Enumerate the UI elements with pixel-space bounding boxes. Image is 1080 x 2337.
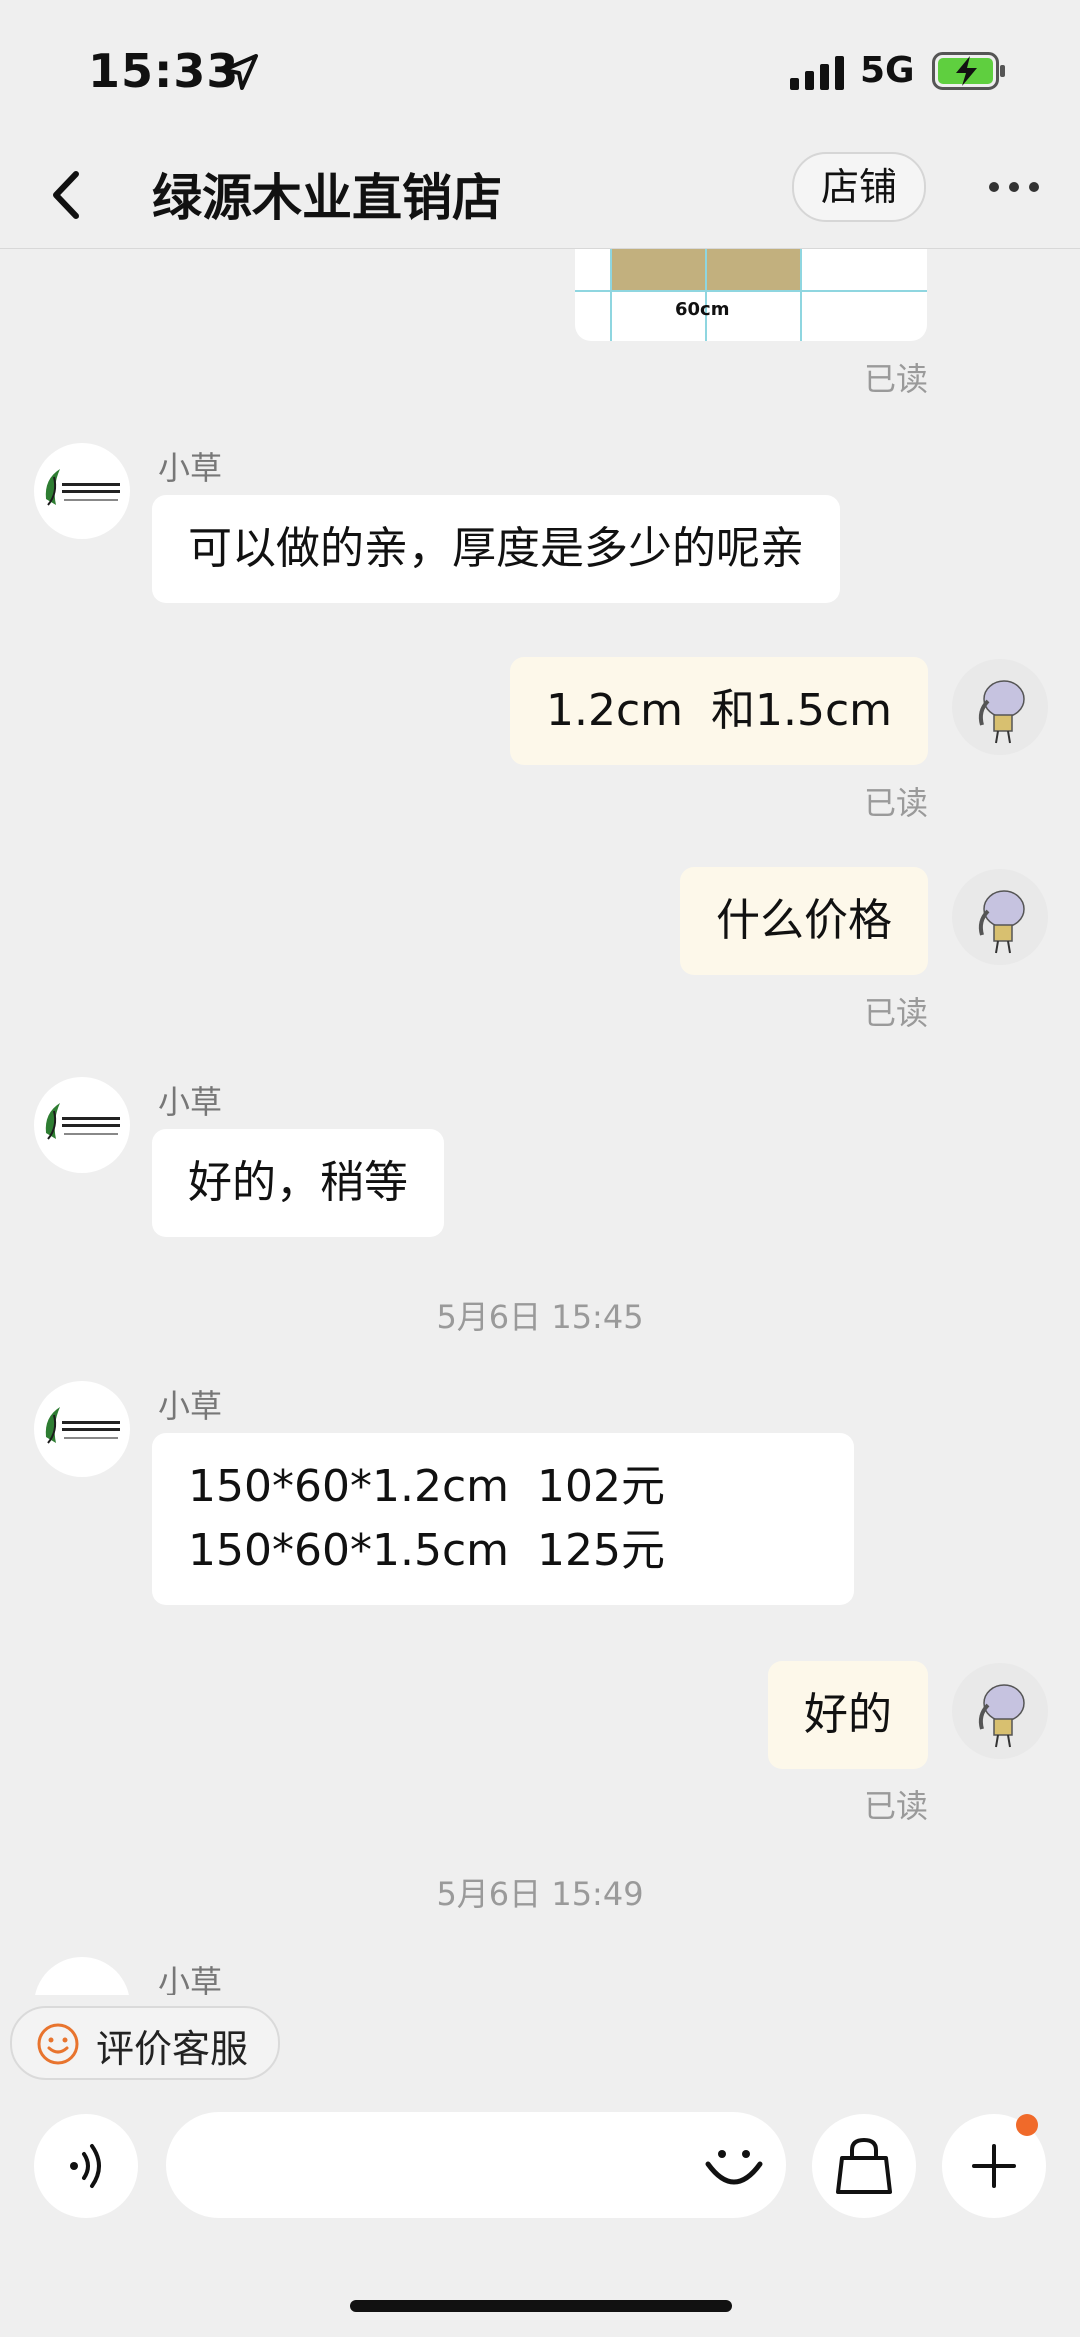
incoming-message-bubble[interactable]: 好的，稍等 bbox=[152, 1129, 444, 1237]
shop-logo-icon bbox=[45, 1407, 120, 1444]
sender-name: 小草 bbox=[158, 1387, 223, 1425]
elephant-avatar-icon bbox=[978, 680, 1025, 744]
smiley-icon bbox=[37, 2023, 79, 2065]
message-input[interactable] bbox=[166, 2112, 786, 2218]
shop-avatar[interactable] bbox=[34, 1077, 130, 1173]
more-options-icon[interactable] bbox=[984, 162, 1044, 212]
shopping-bag-button[interactable] bbox=[812, 2114, 916, 2218]
outgoing-message-bubble[interactable]: 1.2cm 和1.5cm bbox=[509, 657, 928, 765]
message-timestamp: 5月6日 15:45 bbox=[436, 1298, 644, 1336]
emoji-icon[interactable] bbox=[700, 2134, 768, 2198]
image-dimension-label: 60cm bbox=[675, 299, 730, 320]
read-receipt: 已读 bbox=[863, 360, 928, 398]
incoming-message-bubble[interactable]: 150*60*1.2cm 102元 150*60*1.5cm 125元 bbox=[152, 1433, 854, 1605]
shop-logo-icon bbox=[45, 1103, 120, 1140]
shop-avatar[interactable] bbox=[34, 443, 130, 539]
read-receipt: 已读 bbox=[863, 994, 928, 1032]
chat-header: 绿源木业直销店 店铺 bbox=[0, 140, 1080, 249]
outgoing-message-bubble[interactable]: 好的 bbox=[768, 1661, 928, 1769]
rate-service-label: 评价客服 bbox=[96, 2027, 249, 2071]
message-list[interactable]: 60cm 已读 小草 可以做的亲，厚度是多少的呢亲 1.2cm 和1.5cm 已… bbox=[0, 249, 1080, 1995]
voice-button[interactable] bbox=[34, 2114, 138, 2218]
shopping-bag-icon bbox=[836, 2137, 892, 2194]
incoming-message-bubble[interactable]: 可以做的亲，厚度是多少的呢亲 bbox=[152, 495, 840, 603]
elephant-avatar-icon bbox=[978, 890, 1025, 954]
outgoing-message-bubble[interactable]: 什么价格 bbox=[680, 867, 928, 975]
read-receipt: 已读 bbox=[863, 784, 928, 822]
sender-name: 小草 bbox=[158, 449, 223, 487]
network-type: 5G bbox=[860, 50, 915, 91]
dimension-diagram-image bbox=[575, 249, 927, 341]
battery-charging-icon bbox=[932, 52, 1005, 90]
back-icon[interactable] bbox=[40, 160, 100, 230]
voice-icon bbox=[70, 2144, 101, 2188]
user-avatar[interactable] bbox=[952, 659, 1048, 755]
elephant-avatar-icon bbox=[978, 1684, 1025, 1748]
shop-avatar[interactable] bbox=[34, 1957, 130, 1995]
home-indicator[interactable] bbox=[350, 2300, 732, 2312]
shop-button[interactable]: 店铺 bbox=[792, 152, 926, 222]
page-title: 绿源木业直销店 bbox=[152, 169, 502, 227]
read-receipt: 已读 bbox=[863, 1787, 928, 1825]
rate-service-button[interactable]: 评价客服 bbox=[10, 2006, 280, 2080]
sender-name: 小草 bbox=[158, 1963, 223, 1995]
cellular-signal-icon bbox=[790, 56, 844, 90]
location-arrow-icon bbox=[222, 54, 258, 90]
sender-name: 小草 bbox=[158, 1083, 223, 1121]
user-avatar[interactable] bbox=[952, 869, 1048, 965]
message-timestamp: 5月6日 15:49 bbox=[436, 1875, 644, 1913]
notification-dot bbox=[1016, 2114, 1038, 2136]
image-message[interactable]: 60cm bbox=[575, 249, 927, 341]
status-bar: 15:33 5G bbox=[0, 0, 1080, 140]
shop-avatar[interactable] bbox=[34, 1381, 130, 1477]
shop-logo-icon bbox=[45, 469, 120, 506]
status-time: 15:33 bbox=[88, 44, 240, 98]
user-avatar[interactable] bbox=[952, 1663, 1048, 1759]
